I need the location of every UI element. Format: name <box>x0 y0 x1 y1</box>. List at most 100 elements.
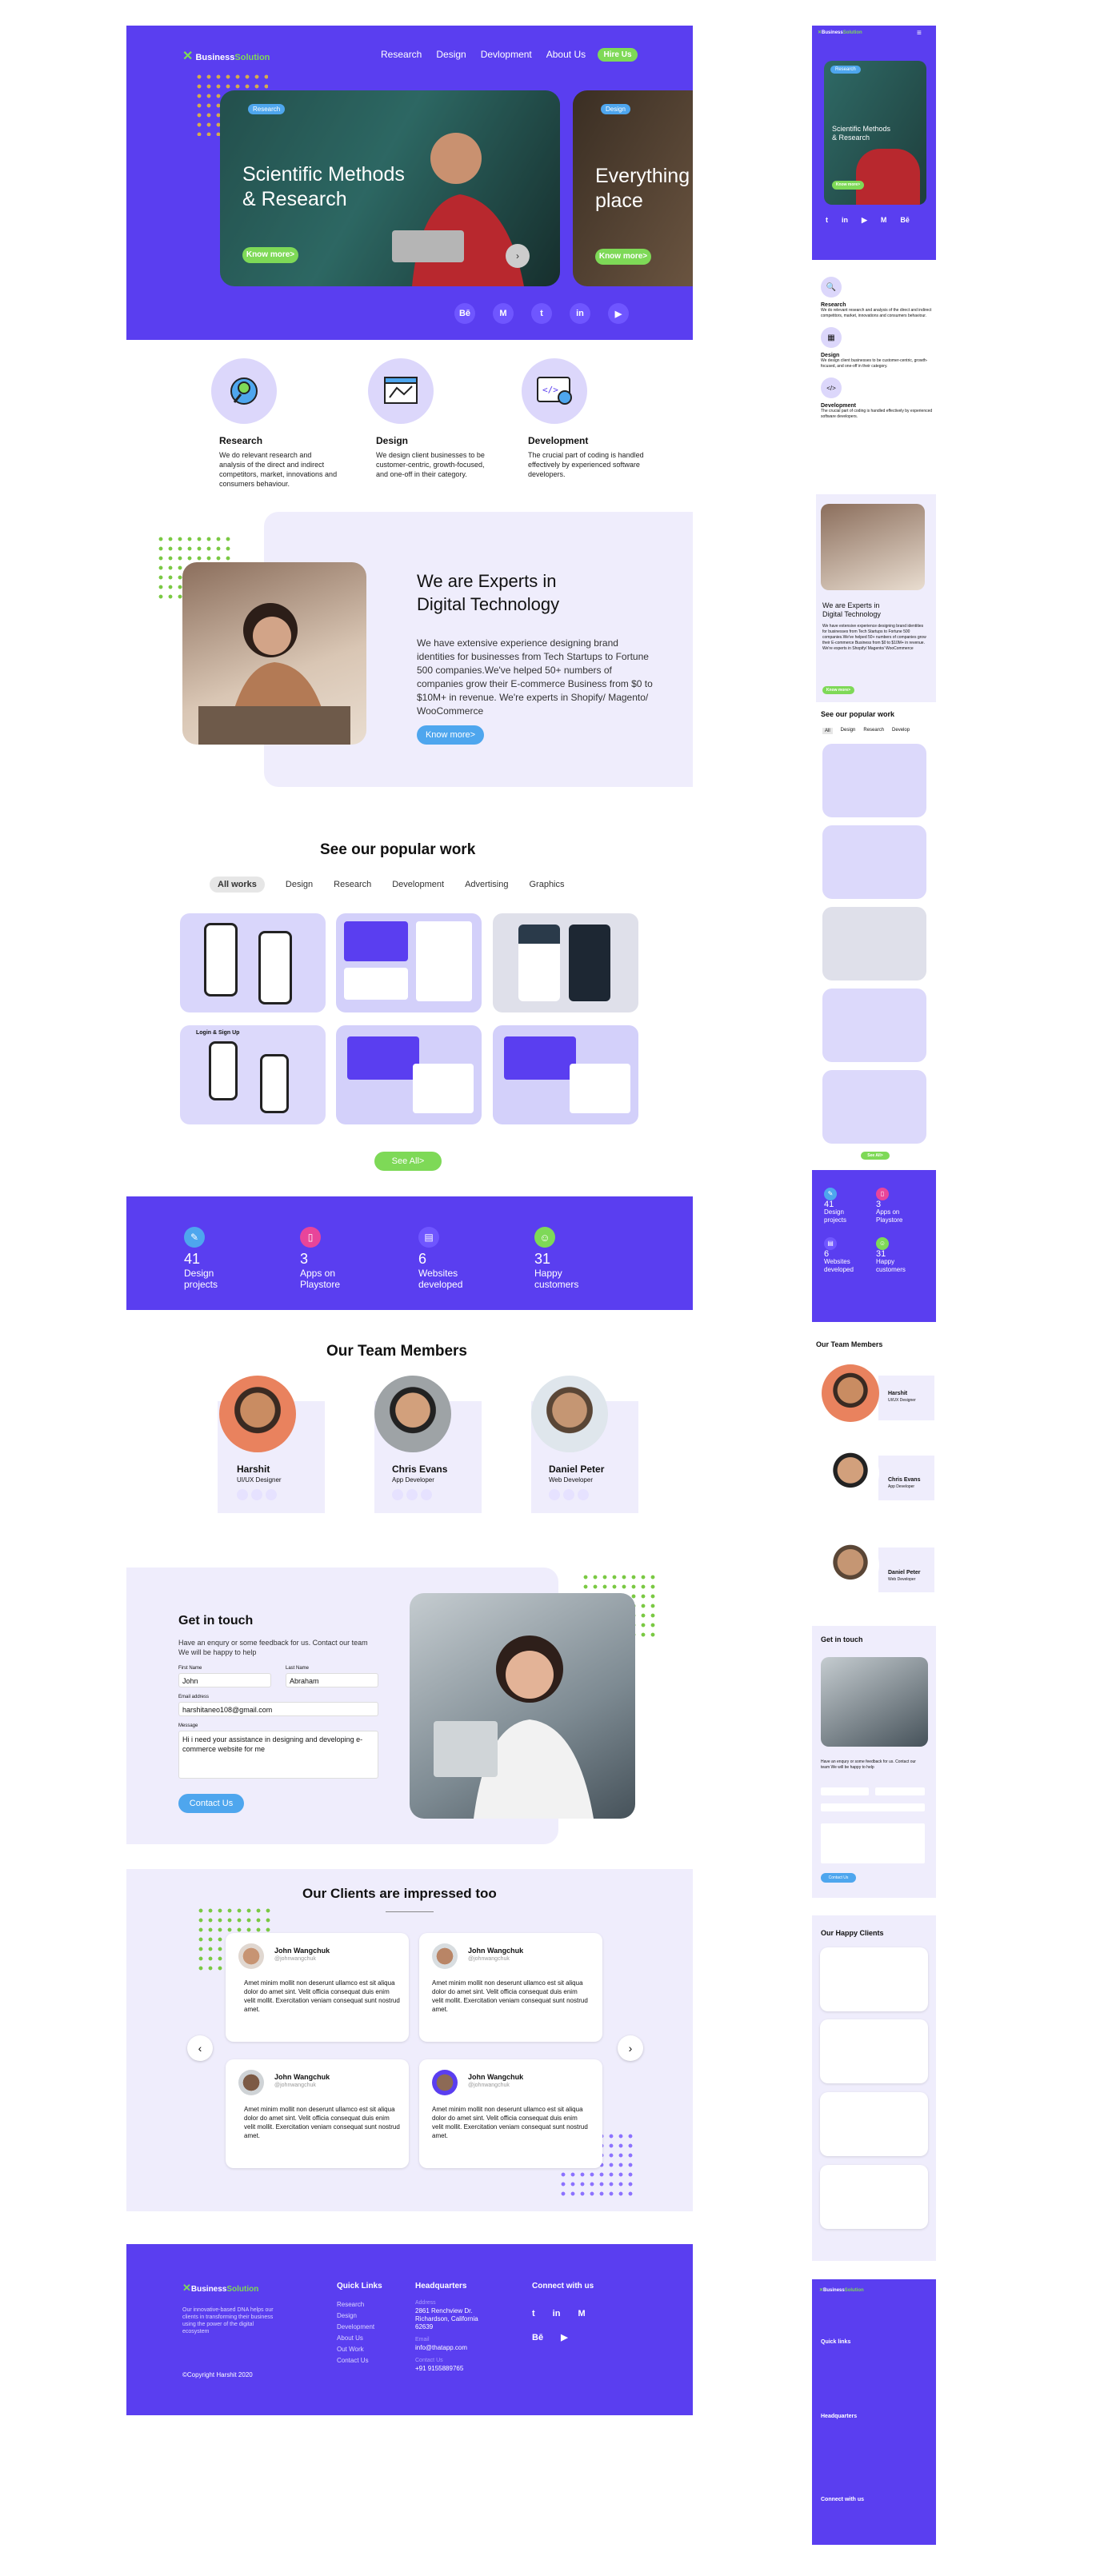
experts-woman-photo <box>182 562 366 745</box>
linkedin-icon[interactable] <box>237 1489 248 1500</box>
contact-us-button[interactable]: Contact Us <box>178 1794 244 1813</box>
footer-link-contact[interactable]: Contact Us <box>337 2355 374 2366</box>
mobile-work-item[interactable] <box>822 907 926 980</box>
twitter-icon[interactable]: t <box>531 303 552 324</box>
youtube-icon[interactable]: ▶ <box>561 2333 567 2342</box>
footer-link-about[interactable]: About Us <box>337 2333 374 2344</box>
clients-next-arrow-icon[interactable]: › <box>618 2035 643 2061</box>
mobile-contact-photo <box>821 1657 928 1747</box>
youtube-icon[interactable]: ▶ <box>862 216 867 225</box>
work-item-1[interactable] <box>180 913 326 1012</box>
twitter-icon[interactable]: t <box>532 2309 535 2318</box>
mobile-logo[interactable]: ✕BusinessSolution <box>818 30 862 35</box>
tab-development[interactable]: Development <box>392 880 444 889</box>
medium-icon[interactable]: M <box>881 216 887 225</box>
medium-icon[interactable]: M <box>578 2309 585 2318</box>
hero-slide-1-tag: Research <box>248 104 286 114</box>
facebook-icon[interactable] <box>563 1489 574 1500</box>
medium-icon[interactable]: M <box>493 303 514 324</box>
brand-logo[interactable]: ✕ BusinessSolution <box>182 48 270 64</box>
twitter-icon[interactable] <box>266 1489 277 1500</box>
mobile-work-item[interactable] <box>822 744 926 817</box>
mobile-menu-icon[interactable]: ≡ <box>917 29 922 38</box>
quick-links-title: Quick Links <box>337 2282 382 2290</box>
facebook-icon[interactable] <box>406 1489 418 1500</box>
hero-slide-2[interactable]: Design Everything place Know more> <box>573 90 693 286</box>
email-field[interactable]: harshitaneo108@gmail.com <box>178 1702 378 1716</box>
behance-icon[interactable]: Bē <box>454 303 475 324</box>
reviewer-avatar <box>432 2070 458 2095</box>
work-item-2[interactable] <box>336 913 482 1012</box>
tab-research[interactable]: Research <box>334 880 371 889</box>
twitter-icon[interactable] <box>421 1489 432 1500</box>
experts-know-more-button[interactable]: Know more> <box>417 725 484 745</box>
linkedin-icon[interactable] <box>392 1489 403 1500</box>
see-all-button[interactable]: See All> <box>374 1152 442 1171</box>
twitter-icon[interactable]: t <box>826 216 828 225</box>
behance-icon[interactable]: Bē <box>900 216 910 225</box>
youtube-icon[interactable]: ▶ <box>608 303 629 324</box>
tab-advertising[interactable]: Advertising <box>465 880 508 889</box>
mobile-know-more[interactable]: Know more> <box>822 686 854 694</box>
nav-development[interactable]: Devlopment <box>481 49 532 60</box>
linkedin-icon[interactable]: in <box>842 216 848 225</box>
hire-us-button[interactable]: Hire Us <box>598 48 638 62</box>
behance-icon[interactable]: Bē <box>532 2333 543 2342</box>
hero-slide-2-know-more[interactable]: Know more> <box>595 249 651 265</box>
linkedin-icon[interactable]: in <box>553 2309 561 2318</box>
footer-copyright: ©Copyright Harshit 2020 <box>182 2371 253 2378</box>
nav-research[interactable]: Research <box>381 49 422 60</box>
last-name-field[interactable]: Abraham <box>286 1673 378 1687</box>
mobile-contact-button[interactable]: Contact Us <box>821 1873 856 1883</box>
mobile-email-field[interactable] <box>821 1803 925 1811</box>
tab-design[interactable]: Design <box>286 880 313 889</box>
mobile-message-field[interactable] <box>821 1823 925 1863</box>
twitter-icon[interactable] <box>578 1489 589 1500</box>
mobile-hero-slide[interactable]: Research Scientific Methods & Research Kn… <box>824 61 926 205</box>
tab-all-works[interactable]: All works <box>210 877 265 893</box>
login-signup-label: Login & Sign Up <box>196 1030 240 1036</box>
work-item-6[interactable] <box>493 1025 638 1124</box>
work-item-3[interactable] <box>493 913 638 1012</box>
work-item-4[interactable]: Login & Sign Up <box>180 1025 326 1124</box>
linkedin-icon[interactable] <box>549 1489 560 1500</box>
footer-link-development[interactable]: Development <box>337 2322 374 2333</box>
research-magnifier-icon: 🔍 <box>821 277 842 298</box>
mobile-work-tabs: All Design Research Develop <box>822 728 910 734</box>
tab-graphics[interactable]: Graphics <box>529 880 564 889</box>
mobile-footer-logo[interactable]: ✕BusinessSolution <box>819 2287 864 2293</box>
footer-link-research[interactable]: Research <box>337 2299 374 2310</box>
clients-prev-arrow-icon[interactable]: ‹ <box>187 2035 213 2061</box>
reviewer-handle: @johnwangchuk <box>274 1956 316 1962</box>
work-tabs: All works Design Research Development Ad… <box>210 877 565 893</box>
mobile-work-item[interactable] <box>822 1070 926 1144</box>
first-name-field[interactable]: John <box>178 1673 271 1687</box>
mobile-review-card <box>820 1947 928 2011</box>
mobile-see-all[interactable]: See All> <box>861 1152 890 1160</box>
hero-slide-1-know-more[interactable]: Know more> <box>242 247 298 263</box>
stat-websites: ▤ 6 Websites developed <box>418 1227 462 1290</box>
linkedin-icon[interactable]: in <box>570 303 590 324</box>
mobile-last-field[interactable] <box>875 1787 925 1795</box>
hero-next-arrow-icon[interactable]: › <box>506 244 530 268</box>
mobile-work-item[interactable] <box>822 825 926 899</box>
nav-about[interactable]: About Us <box>546 49 586 60</box>
service-design-title: Design <box>376 435 409 446</box>
nav-design[interactable]: Design <box>436 49 466 60</box>
message-field[interactable]: Hi i need your assistance in designing a… <box>178 1731 378 1779</box>
mobile-first-field[interactable] <box>821 1787 869 1795</box>
mobile-experts-body: We have extensive experience designing b… <box>822 624 926 651</box>
footer-link-work[interactable]: Out Work <box>337 2344 374 2355</box>
mobile-review-card <box>820 2165 928 2229</box>
facebook-icon[interactable] <box>251 1489 262 1500</box>
footer-link-design[interactable]: Design <box>337 2310 374 2322</box>
hero-slide-1[interactable]: Research Scientific Methods & Research K… <box>220 90 560 286</box>
review-text: Amet minim mollit non deserunt ullamco e… <box>432 1979 588 2013</box>
footer-logo[interactable]: ✕BusinessSolution <box>182 2282 258 2294</box>
last-name-label: Last Name <box>286 1666 310 1671</box>
work-item-5[interactable] <box>336 1025 482 1124</box>
design-pen-icon: ✎ <box>824 1188 837 1200</box>
hq-title: Headquarters <box>415 2282 467 2290</box>
design-pen-icon: ✎ <box>184 1227 205 1248</box>
mobile-work-item[interactable] <box>822 988 926 1062</box>
